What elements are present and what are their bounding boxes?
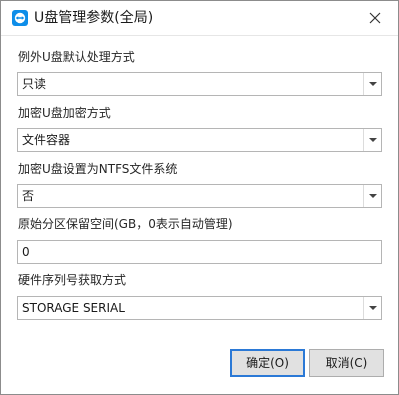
reserved-space-value: 0	[22, 245, 30, 259]
encryption-method-label: 加密U盘加密方式	[18, 106, 111, 120]
reserved-space-label: 原始分区保留空间(GB，0表示自动管理)	[18, 217, 233, 231]
chevron-down-icon[interactable]	[363, 297, 381, 319]
exception-handling-select[interactable]: 只读	[17, 72, 382, 96]
chevron-down-icon[interactable]	[363, 73, 381, 95]
chevron-down-icon[interactable]	[363, 129, 381, 151]
hardware-serial-select[interactable]: STORAGE SERIAL	[17, 296, 382, 320]
ntfs-setting-select[interactable]: 否	[17, 184, 382, 208]
close-icon[interactable]	[364, 7, 386, 29]
window-title: U盘管理参数(全局)	[34, 10, 154, 26]
teamviewer-icon	[12, 10, 28, 26]
encryption-method-select[interactable]: 文件容器	[17, 128, 382, 152]
cancel-button[interactable]: 取消(C)	[309, 349, 384, 377]
settings-dialog: U盘管理参数(全局) 例外U盘默认处理方式 只读 加密U盘加密方式 文件容器 加…	[0, 0, 399, 395]
encryption-method-value: 文件容器	[22, 133, 71, 147]
ntfs-setting-label: 加密U盘设置为NTFS文件系统	[18, 162, 178, 176]
chevron-down-icon[interactable]	[363, 185, 381, 207]
title-bar: U盘管理参数(全局)	[1, 1, 398, 36]
ok-button[interactable]: 确定(O)	[230, 349, 305, 377]
reserved-space-input[interactable]: 0	[17, 240, 382, 264]
hardware-serial-label: 硬件序列号获取方式	[18, 273, 127, 287]
hardware-serial-value: STORAGE SERIAL	[22, 301, 125, 315]
ntfs-setting-value: 否	[22, 189, 35, 203]
exception-handling-value: 只读	[22, 77, 47, 91]
exception-handling-label: 例外U盘默认处理方式	[18, 50, 135, 64]
